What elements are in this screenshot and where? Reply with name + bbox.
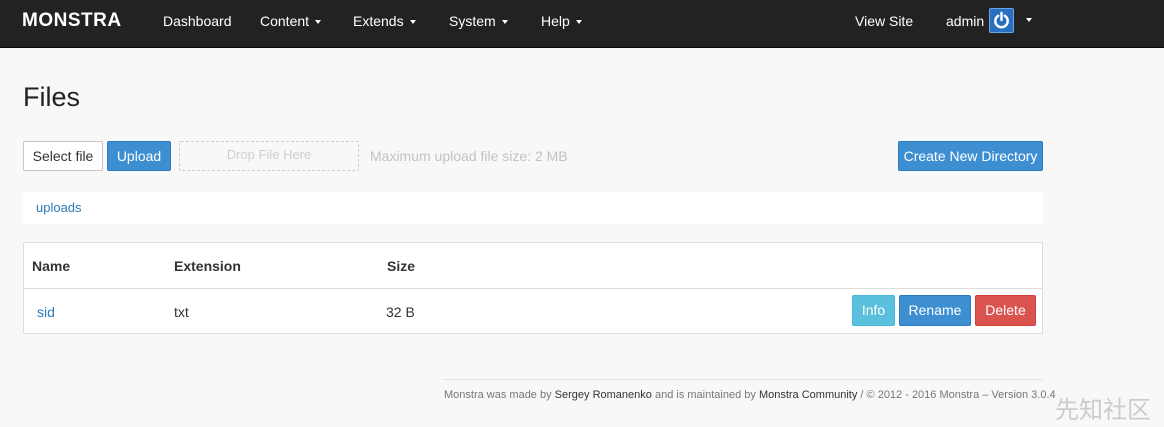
power-button[interactable] — [989, 8, 1014, 33]
breadcrumb-uploads-link[interactable]: uploads — [36, 200, 82, 215]
files-table: Name Extension Size sid txt 32 B Info Re… — [23, 242, 1043, 334]
nav-extends-dropdown[interactable]: Extends — [353, 13, 416, 29]
nav-help-label: Help — [541, 13, 570, 29]
file-name-link[interactable]: sid — [37, 304, 55, 320]
select-file-button[interactable]: Select file — [23, 141, 103, 171]
max-upload-size-text: Maximum upload file size: 2 MB — [370, 148, 568, 164]
top-navbar: MONSTRA Dashboard Content Extends System… — [0, 0, 1164, 48]
rename-button[interactable]: Rename — [899, 295, 971, 326]
nav-content-dropdown[interactable]: Content — [260, 13, 322, 29]
drop-file-zone[interactable]: Drop File Here — [179, 141, 359, 171]
footer-author-link[interactable]: Sergey Romanenko — [555, 389, 652, 401]
nav-extends-label: Extends — [353, 13, 404, 29]
column-header-size: Size — [387, 258, 416, 274]
delete-button[interactable]: Delete — [975, 295, 1036, 326]
nav-dashboard-label: Dashboard — [163, 13, 232, 29]
footer-divider — [444, 379, 1043, 380]
power-icon — [994, 11, 1009, 29]
nav-dashboard[interactable]: Dashboard — [163, 13, 232, 29]
file-extension-cell: txt — [174, 304, 189, 320]
nav-system-dropdown[interactable]: System — [449, 13, 508, 29]
info-button[interactable]: Info — [852, 295, 895, 326]
footer-made-by-text: Monstra was made by — [444, 389, 552, 401]
watermark-text: 先知社区 — [1055, 397, 1151, 420]
page-title: Files — [23, 82, 81, 112]
nav-view-site[interactable]: View Site — [855, 13, 913, 29]
caret-down-icon — [409, 20, 416, 25]
caret-down-icon — [575, 20, 582, 25]
nav-help-dropdown[interactable]: Help — [541, 13, 582, 29]
file-name-cell: sid — [37, 304, 55, 320]
user-menu-caret-icon[interactable] — [1026, 18, 1032, 22]
footer-version-text: / © 2012 - 2016 Monstra – Version 3.0.4 — [860, 389, 1056, 401]
nav-user-name[interactable]: admin — [946, 13, 984, 29]
caret-down-icon — [315, 20, 322, 25]
column-header-extension: Extension — [174, 258, 241, 274]
breadcrumb: uploads — [23, 192, 1043, 224]
file-size-cell: 32 B — [386, 304, 415, 320]
nav-system-label: System — [449, 13, 496, 29]
nav-content-label: Content — [260, 13, 310, 29]
footer-community-link[interactable]: Monstra Community — [759, 389, 857, 401]
footer-maintained-text: and is maintained by — [654, 389, 756, 401]
table-divider — [24, 288, 1042, 289]
upload-button[interactable]: Upload — [107, 141, 171, 171]
footer: Monstra was made by Sergey Romanenko and… — [444, 389, 1056, 401]
create-directory-button[interactable]: Create New Directory — [898, 141, 1043, 171]
column-header-name: Name — [32, 258, 71, 274]
caret-down-icon — [501, 20, 508, 25]
brand-logo[interactable]: MONSTRA — [22, 10, 122, 32]
